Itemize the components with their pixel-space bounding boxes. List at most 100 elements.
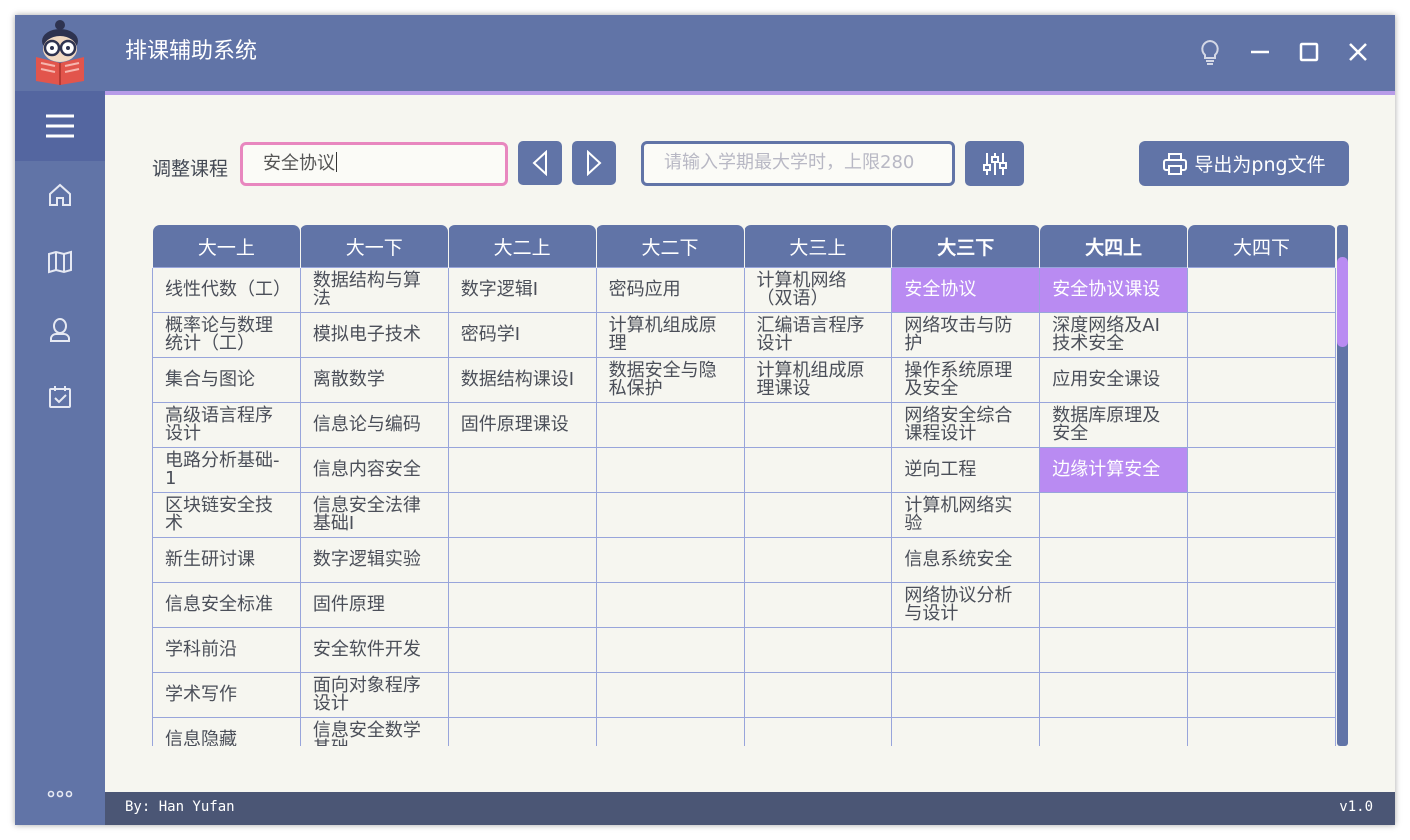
course-cell[interactable] bbox=[743, 672, 893, 718]
course-cell[interactable]: 线性代数（工） bbox=[152, 267, 301, 313]
course-cell[interactable]: 密码应用 bbox=[595, 267, 745, 313]
course-cell[interactable] bbox=[1039, 492, 1189, 538]
course-cell[interactable] bbox=[743, 717, 893, 746]
scrollbar-thumb[interactable] bbox=[1337, 257, 1348, 347]
course-cell[interactable]: 信息论与编码 bbox=[299, 402, 449, 448]
course-cell[interactable]: 数字逻辑实验 bbox=[299, 537, 449, 583]
course-cell[interactable] bbox=[1187, 582, 1336, 628]
course-cell[interactable]: 电路分析基础-1 bbox=[152, 447, 301, 493]
course-cell[interactable] bbox=[595, 492, 745, 538]
course-cell[interactable] bbox=[595, 537, 745, 583]
course-cell[interactable] bbox=[1039, 582, 1189, 628]
course-cell[interactable] bbox=[447, 537, 597, 583]
course-cell[interactable]: 网络安全综合课程设计 bbox=[891, 402, 1041, 448]
course-cell[interactable]: 网络协议分析与设计 bbox=[891, 582, 1041, 628]
course-cell[interactable] bbox=[1187, 402, 1336, 448]
course-cell[interactable]: 学科前沿 bbox=[152, 627, 301, 673]
more-icon[interactable] bbox=[42, 781, 78, 807]
user-icon[interactable] bbox=[42, 312, 78, 348]
course-cell[interactable]: 集合与图论 bbox=[152, 357, 301, 403]
course-cell[interactable]: 离散数学 bbox=[299, 357, 449, 403]
course-cell[interactable] bbox=[1039, 717, 1189, 746]
course-cell[interactable]: 数字逻辑Ⅰ bbox=[447, 267, 597, 313]
course-cell[interactable] bbox=[1187, 492, 1336, 538]
calendar-check-icon[interactable] bbox=[42, 379, 78, 415]
course-cell[interactable]: 安全软件开发 bbox=[299, 627, 449, 673]
course-cell[interactable] bbox=[743, 582, 893, 628]
title-bar[interactable]: 排课辅助系统 bbox=[15, 15, 1395, 91]
course-cell[interactable] bbox=[447, 717, 597, 746]
close-icon[interactable] bbox=[1343, 37, 1373, 67]
course-cell[interactable]: 学术写作 bbox=[152, 672, 301, 718]
course-cell[interactable] bbox=[595, 402, 745, 448]
course-cell[interactable]: 应用安全课设 bbox=[1039, 357, 1189, 403]
course-cell[interactable]: 密码学Ⅰ bbox=[447, 312, 597, 358]
course-cell[interactable]: 计算机网络实验 bbox=[891, 492, 1041, 538]
course-cell[interactable] bbox=[1187, 627, 1336, 673]
course-cell[interactable]: 数据结构课设Ⅰ bbox=[447, 357, 597, 403]
course-cell[interactable]: 数据库原理及安全 bbox=[1039, 402, 1189, 448]
course-input[interactable]: 安全协议 bbox=[240, 142, 508, 186]
schedule-table-container[interactable]: 大一上 大一下 大二上 大二下 大三上 大三下 大四上 大四下 线性代数（工） 数据结构与算法数… bbox=[152, 225, 1338, 746]
course-cell[interactable]: 安全协议 bbox=[891, 267, 1041, 313]
menu-icon[interactable] bbox=[15, 91, 105, 161]
settings-button[interactable] bbox=[965, 141, 1024, 186]
course-cell[interactable] bbox=[447, 492, 597, 538]
home-icon[interactable] bbox=[42, 177, 78, 213]
course-cell[interactable]: 信息内容安全 bbox=[299, 447, 449, 493]
course-cell[interactable]: 信息安全法律基础Ⅰ bbox=[299, 492, 449, 538]
course-cell[interactable] bbox=[743, 492, 893, 538]
course-cell[interactable] bbox=[1039, 672, 1189, 718]
course-cell[interactable] bbox=[1187, 312, 1336, 358]
course-cell[interactable] bbox=[1039, 627, 1189, 673]
max-hours-input[interactable]: 请输入学期最大学时，上限280 bbox=[641, 141, 955, 186]
course-cell[interactable] bbox=[447, 582, 597, 628]
course-cell[interactable] bbox=[595, 627, 745, 673]
maximize-icon[interactable] bbox=[1294, 37, 1324, 67]
course-cell[interactable] bbox=[595, 582, 745, 628]
course-cell[interactable]: 汇编语言程序设计 bbox=[743, 312, 893, 358]
course-cell[interactable]: 区块链安全技术 bbox=[152, 492, 301, 538]
course-cell[interactable]: 安全协议课设 bbox=[1039, 267, 1189, 313]
course-cell[interactable] bbox=[1187, 717, 1336, 746]
course-cell[interactable]: 计算机组成原理课设 bbox=[743, 357, 893, 403]
course-cell[interactable]: 计算机组成原理 bbox=[595, 312, 745, 358]
book-icon[interactable] bbox=[42, 244, 78, 280]
course-cell[interactable]: 高级语言程序设计 bbox=[152, 402, 301, 448]
course-cell[interactable] bbox=[891, 717, 1041, 746]
course-cell[interactable]: 信息安全标准 bbox=[152, 582, 301, 628]
course-cell[interactable]: 计算机网络（双语） bbox=[743, 267, 893, 313]
course-cell[interactable]: 信息安全数学基础 bbox=[299, 717, 449, 746]
course-cell[interactable]: 数据结构与算法 bbox=[299, 267, 449, 313]
course-cell[interactable]: 信息系统安全 bbox=[891, 537, 1041, 583]
course-cell[interactable]: 概率论与数理统计（工） bbox=[152, 312, 301, 358]
course-cell[interactable]: 面向对象程序设计 bbox=[299, 672, 449, 718]
course-cell[interactable] bbox=[891, 672, 1041, 718]
course-cell[interactable] bbox=[1187, 357, 1336, 403]
course-cell[interactable]: 操作系统原理及安全 bbox=[891, 357, 1041, 403]
course-cell[interactable] bbox=[1187, 537, 1336, 583]
course-cell[interactable] bbox=[891, 627, 1041, 673]
course-cell[interactable]: 固件原理 bbox=[299, 582, 449, 628]
course-cell[interactable] bbox=[595, 672, 745, 718]
course-cell[interactable]: 新生研讨课 bbox=[152, 537, 301, 583]
course-cell[interactable]: 信息隐藏 bbox=[152, 717, 301, 746]
course-cell[interactable] bbox=[1187, 267, 1336, 313]
course-cell[interactable]: 深度网络及AI技术安全 bbox=[1039, 312, 1189, 358]
course-cell[interactable]: 逆向工程 bbox=[891, 447, 1041, 493]
course-cell[interactable]: 边缘计算安全 bbox=[1039, 447, 1189, 493]
next-button[interactable] bbox=[572, 141, 616, 185]
course-cell[interactable] bbox=[1187, 672, 1336, 718]
course-cell[interactable] bbox=[447, 672, 597, 718]
course-cell[interactable]: 数据安全与隐私保护 bbox=[595, 357, 745, 403]
export-png-button[interactable]: 导出为png文件 bbox=[1139, 141, 1349, 186]
course-cell[interactable] bbox=[743, 447, 893, 493]
course-cell[interactable]: 固件原理课设 bbox=[447, 402, 597, 448]
course-cell[interactable] bbox=[595, 447, 745, 493]
course-cell[interactable] bbox=[743, 537, 893, 583]
course-cell[interactable]: 模拟电子技术 bbox=[299, 312, 449, 358]
course-cell[interactable] bbox=[743, 402, 893, 448]
course-cell[interactable] bbox=[1039, 537, 1189, 583]
course-cell[interactable] bbox=[743, 627, 893, 673]
course-cell[interactable] bbox=[447, 627, 597, 673]
